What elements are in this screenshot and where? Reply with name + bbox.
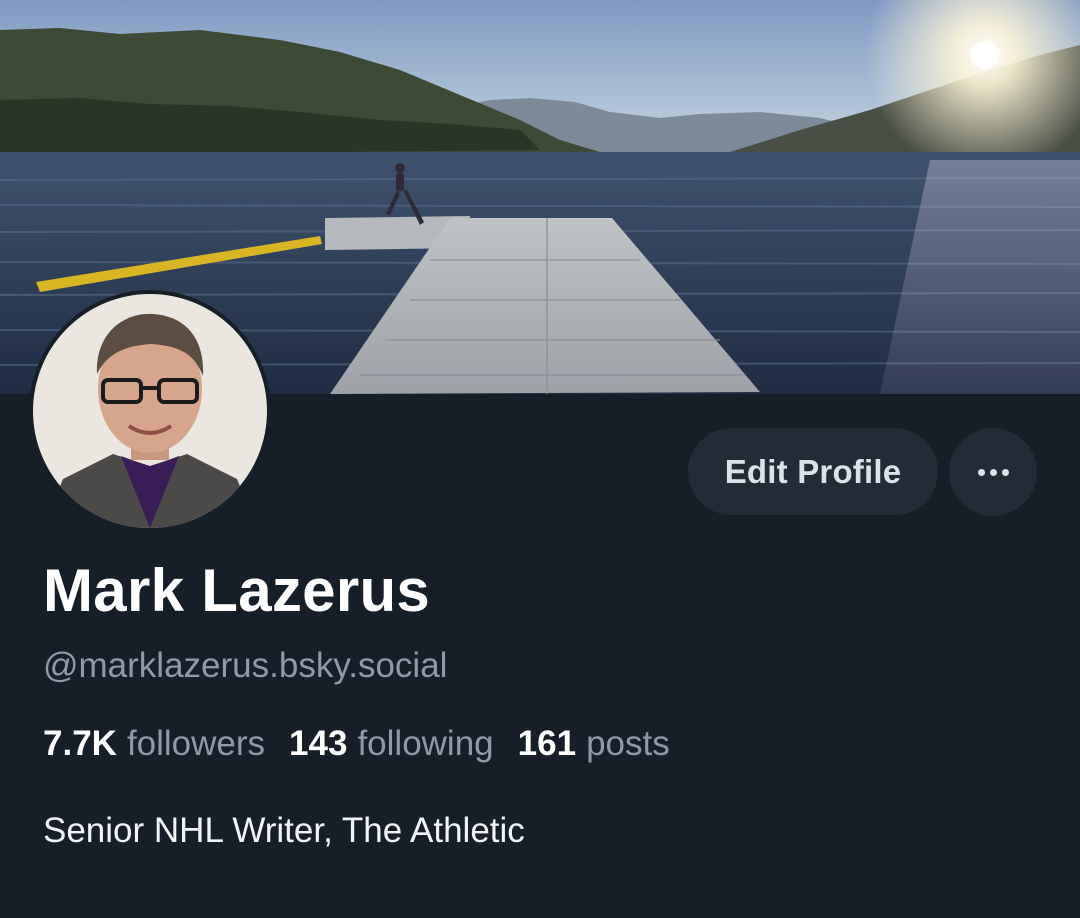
more-options-button[interactable] [949,428,1037,516]
posts-stat: 161 posts [518,724,670,764]
posts-label: posts [586,724,670,763]
following-stat[interactable]: 143 following [289,724,494,764]
followers-label: followers [126,724,266,763]
profile-page: Edit Profile Mark Lazerus @marklazerus.b… [0,0,1080,918]
following-label: following [357,724,494,763]
avatar[interactable] [29,290,271,532]
edit-profile-button[interactable]: Edit Profile [688,428,938,515]
profile-bio: Senior NHL Writer, The Athletic [43,811,525,850]
followers-count: 7.7K [43,724,117,763]
posts-count: 161 [517,724,577,763]
followers-stat[interactable]: 7.7K followers [43,724,265,764]
profile-handle: @marklazerus.bsky.social [43,646,448,685]
display-name: Mark Lazerus [43,557,431,624]
ellipsis-icon [977,468,1009,476]
following-count: 143 [289,724,348,763]
profile-stats: 7.7K followers 143 following 161 posts [43,724,670,764]
